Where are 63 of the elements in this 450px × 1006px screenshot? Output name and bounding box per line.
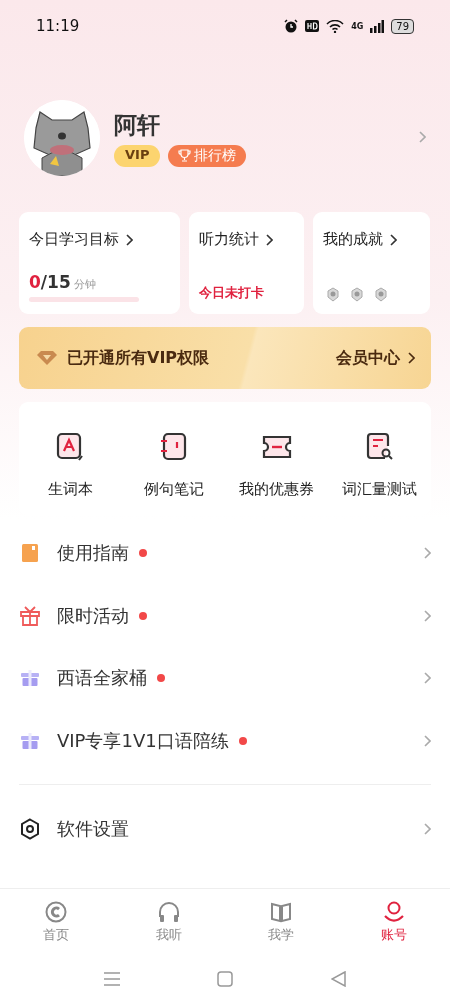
goal-progress-text: 0/15 (29, 272, 71, 292)
gift-icon (19, 605, 41, 626)
book-icon (22, 544, 38, 563)
menu-item[interactable]: 软件设置 (19, 797, 431, 860)
battery-level: 79 (391, 18, 414, 34)
tab[interactable]: 首页 (0, 900, 113, 944)
card-title: 我的成就 (323, 230, 383, 249)
vip-badge: VIP (114, 144, 161, 167)
hd-icon (305, 20, 320, 32)
stat-card[interactable]: 我的成就 (313, 212, 430, 314)
chevron-icon (407, 352, 415, 364)
shortcut-item[interactable]: 词汇量测试 (328, 432, 431, 499)
chevron-icon (389, 233, 397, 246)
user-name: 阿轩 (114, 110, 161, 140)
settings-icon (20, 817, 40, 840)
headphones-icon (157, 900, 180, 923)
trophy-icon (178, 149, 192, 162)
card-title: 听力统计 (199, 230, 259, 249)
tab[interactable]: 我听 (112, 900, 225, 944)
alarm-icon (284, 19, 299, 33)
medal-icon (326, 287, 340, 302)
medal-icon (350, 287, 364, 302)
menu-item[interactable]: 使用指南 (19, 522, 431, 585)
user-icon (382, 900, 405, 923)
chevron-icon (423, 547, 431, 560)
chevron-icon (423, 672, 431, 685)
chevron-icon (423, 734, 431, 747)
tab[interactable]: 账号 (337, 900, 450, 944)
document-search-icon (364, 432, 395, 462)
member-center-link[interactable]: 会员中心 (336, 347, 415, 369)
menu-item[interactable]: VIP专享1V1口语陪练 (19, 709, 431, 772)
chevron-icon (423, 609, 431, 622)
network-type: 4G (351, 21, 364, 31)
chevron-icon (418, 130, 426, 143)
open-book-icon (270, 900, 293, 923)
vip-status-text: 已开通所有VIP权限 (67, 347, 210, 369)
gift-icon (21, 670, 39, 687)
back-icon (331, 971, 347, 987)
wifi-icon (326, 19, 345, 33)
home-icon (45, 900, 68, 923)
chevron-icon (423, 822, 431, 835)
unit-label: 分钟 (73, 277, 96, 292)
menu-icon (103, 972, 120, 986)
shortcut-item[interactable]: 生词本 (19, 432, 122, 499)
shortcut-item[interactable]: 我的优惠券 (225, 432, 328, 499)
medal-icon (374, 287, 388, 302)
diamond-icon (37, 351, 57, 365)
stat-card[interactable]: 听力统计 今日未打卡 (189, 212, 304, 314)
tab[interactable]: 我学 (225, 900, 338, 944)
shortcut-item[interactable]: 例句笔记 (122, 432, 225, 499)
square-icon (217, 971, 234, 987)
gift-icon (21, 732, 39, 749)
notebook-icon (158, 432, 189, 462)
stat-card[interactable]: 今日学习目标 0/15 分钟 (19, 212, 180, 314)
chevron-icon (125, 233, 133, 246)
word-card-icon (55, 432, 86, 462)
signal-icon (370, 19, 385, 33)
clock-time: 11:19 (36, 17, 80, 35)
chevron-icon (265, 233, 273, 246)
menu-item[interactable]: 西语全家桶 (19, 647, 431, 710)
card-title: 今日学习目标 (29, 230, 119, 249)
checkin-status: 今日未打卡 (199, 284, 265, 302)
menu-item[interactable]: 限时活动 (19, 584, 431, 647)
